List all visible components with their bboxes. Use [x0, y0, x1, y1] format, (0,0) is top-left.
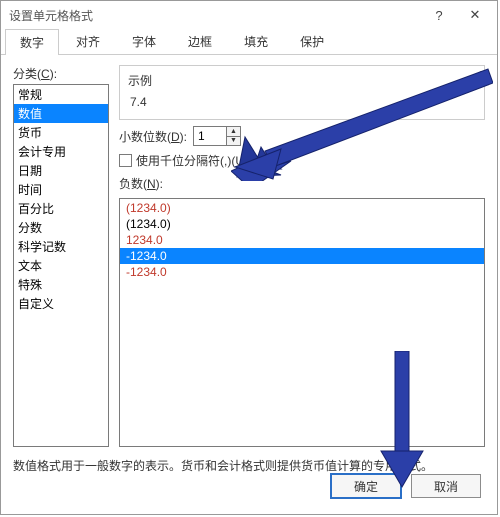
tab-border[interactable]: 边框 [173, 28, 227, 54]
decimals-down[interactable]: ▼ [227, 136, 240, 146]
decimals-spinner[interactable]: ▲ ▼ [193, 126, 241, 146]
close-icon: ✕ [470, 7, 481, 23]
help-icon: ? [435, 8, 442, 23]
negative-item[interactable]: -1234.0 [120, 248, 484, 264]
tab-font[interactable]: 字体 [117, 28, 171, 54]
options-panel: 示例 7.4 小数位数(D): ▲ ▼ 使用千位分隔符(,)( [119, 65, 485, 447]
category-item-special[interactable]: 特殊 [14, 275, 108, 294]
thousands-label: 使用千位分隔符(,)(U) [136, 152, 248, 169]
category-item-custom[interactable]: 自定义 [14, 294, 108, 313]
close-button[interactable]: ✕ [457, 3, 493, 27]
category-item-time[interactable]: 时间 [14, 180, 108, 199]
category-item-general[interactable]: 常规 [14, 85, 108, 104]
category-item-currency[interactable]: 货币 [14, 123, 108, 142]
negative-item[interactable]: 1234.0 [120, 232, 484, 248]
tab-strip: 数字 对齐 字体 边框 填充 保护 [1, 29, 497, 55]
category-label: 分类(C): [13, 65, 109, 82]
category-item-scientific[interactable]: 科学记数 [14, 237, 108, 256]
decimals-input[interactable] [194, 127, 226, 145]
decimals-row: 小数位数(D): ▲ ▼ [119, 126, 485, 146]
category-item-number[interactable]: 数值 [14, 104, 108, 123]
example-value: 7.4 [128, 95, 476, 109]
category-item-text[interactable]: 文本 [14, 256, 108, 275]
cancel-button[interactable]: 取消 [411, 474, 481, 498]
negative-item[interactable]: (1234.0) [120, 200, 484, 216]
dialog-window: 设置单元格格式 ? ✕ 数字 对齐 字体 边框 填充 保护 分类(C): 常规 … [0, 0, 498, 515]
tab-align[interactable]: 对齐 [61, 28, 115, 54]
window-title: 设置单元格格式 [9, 7, 93, 24]
negative-listbox[interactable]: (1234.0) (1234.0) 1234.0 -1234.0 -1234.0 [119, 198, 485, 447]
category-listbox[interactable]: 常规 数值 货币 会计专用 日期 时间 百分比 分数 科学记数 文本 特殊 自定… [13, 84, 109, 447]
tab-protect[interactable]: 保护 [285, 28, 339, 54]
tab-fill[interactable]: 填充 [229, 28, 283, 54]
ok-button[interactable]: 确定 [331, 474, 401, 498]
example-frame: 示例 7.4 [119, 65, 485, 120]
dialog-footer: 确定 取消 [331, 474, 481, 498]
dialog-body: 分类(C): 常规 数值 货币 会计专用 日期 时间 百分比 分数 科学记数 文… [1, 55, 497, 453]
decimals-label: 小数位数(D): [119, 128, 187, 145]
example-label: 示例 [128, 72, 476, 89]
category-item-accounting[interactable]: 会计专用 [14, 142, 108, 161]
decimals-up[interactable]: ▲ [227, 127, 240, 136]
category-item-fraction[interactable]: 分数 [14, 218, 108, 237]
tab-number[interactable]: 数字 [5, 29, 59, 55]
thousands-row: 使用千位分隔符(,)(U) [119, 152, 485, 169]
negative-item[interactable]: (1234.0) [120, 216, 484, 232]
category-item-date[interactable]: 日期 [14, 161, 108, 180]
help-button[interactable]: ? [421, 3, 457, 27]
negative-label: 负数(N): [119, 175, 485, 192]
thousands-checkbox[interactable] [119, 154, 132, 167]
titlebar: 设置单元格格式 ? ✕ [1, 1, 497, 29]
category-item-percent[interactable]: 百分比 [14, 199, 108, 218]
category-panel: 分类(C): 常规 数值 货币 会计专用 日期 时间 百分比 分数 科学记数 文… [13, 65, 109, 447]
negative-item[interactable]: -1234.0 [120, 264, 484, 280]
